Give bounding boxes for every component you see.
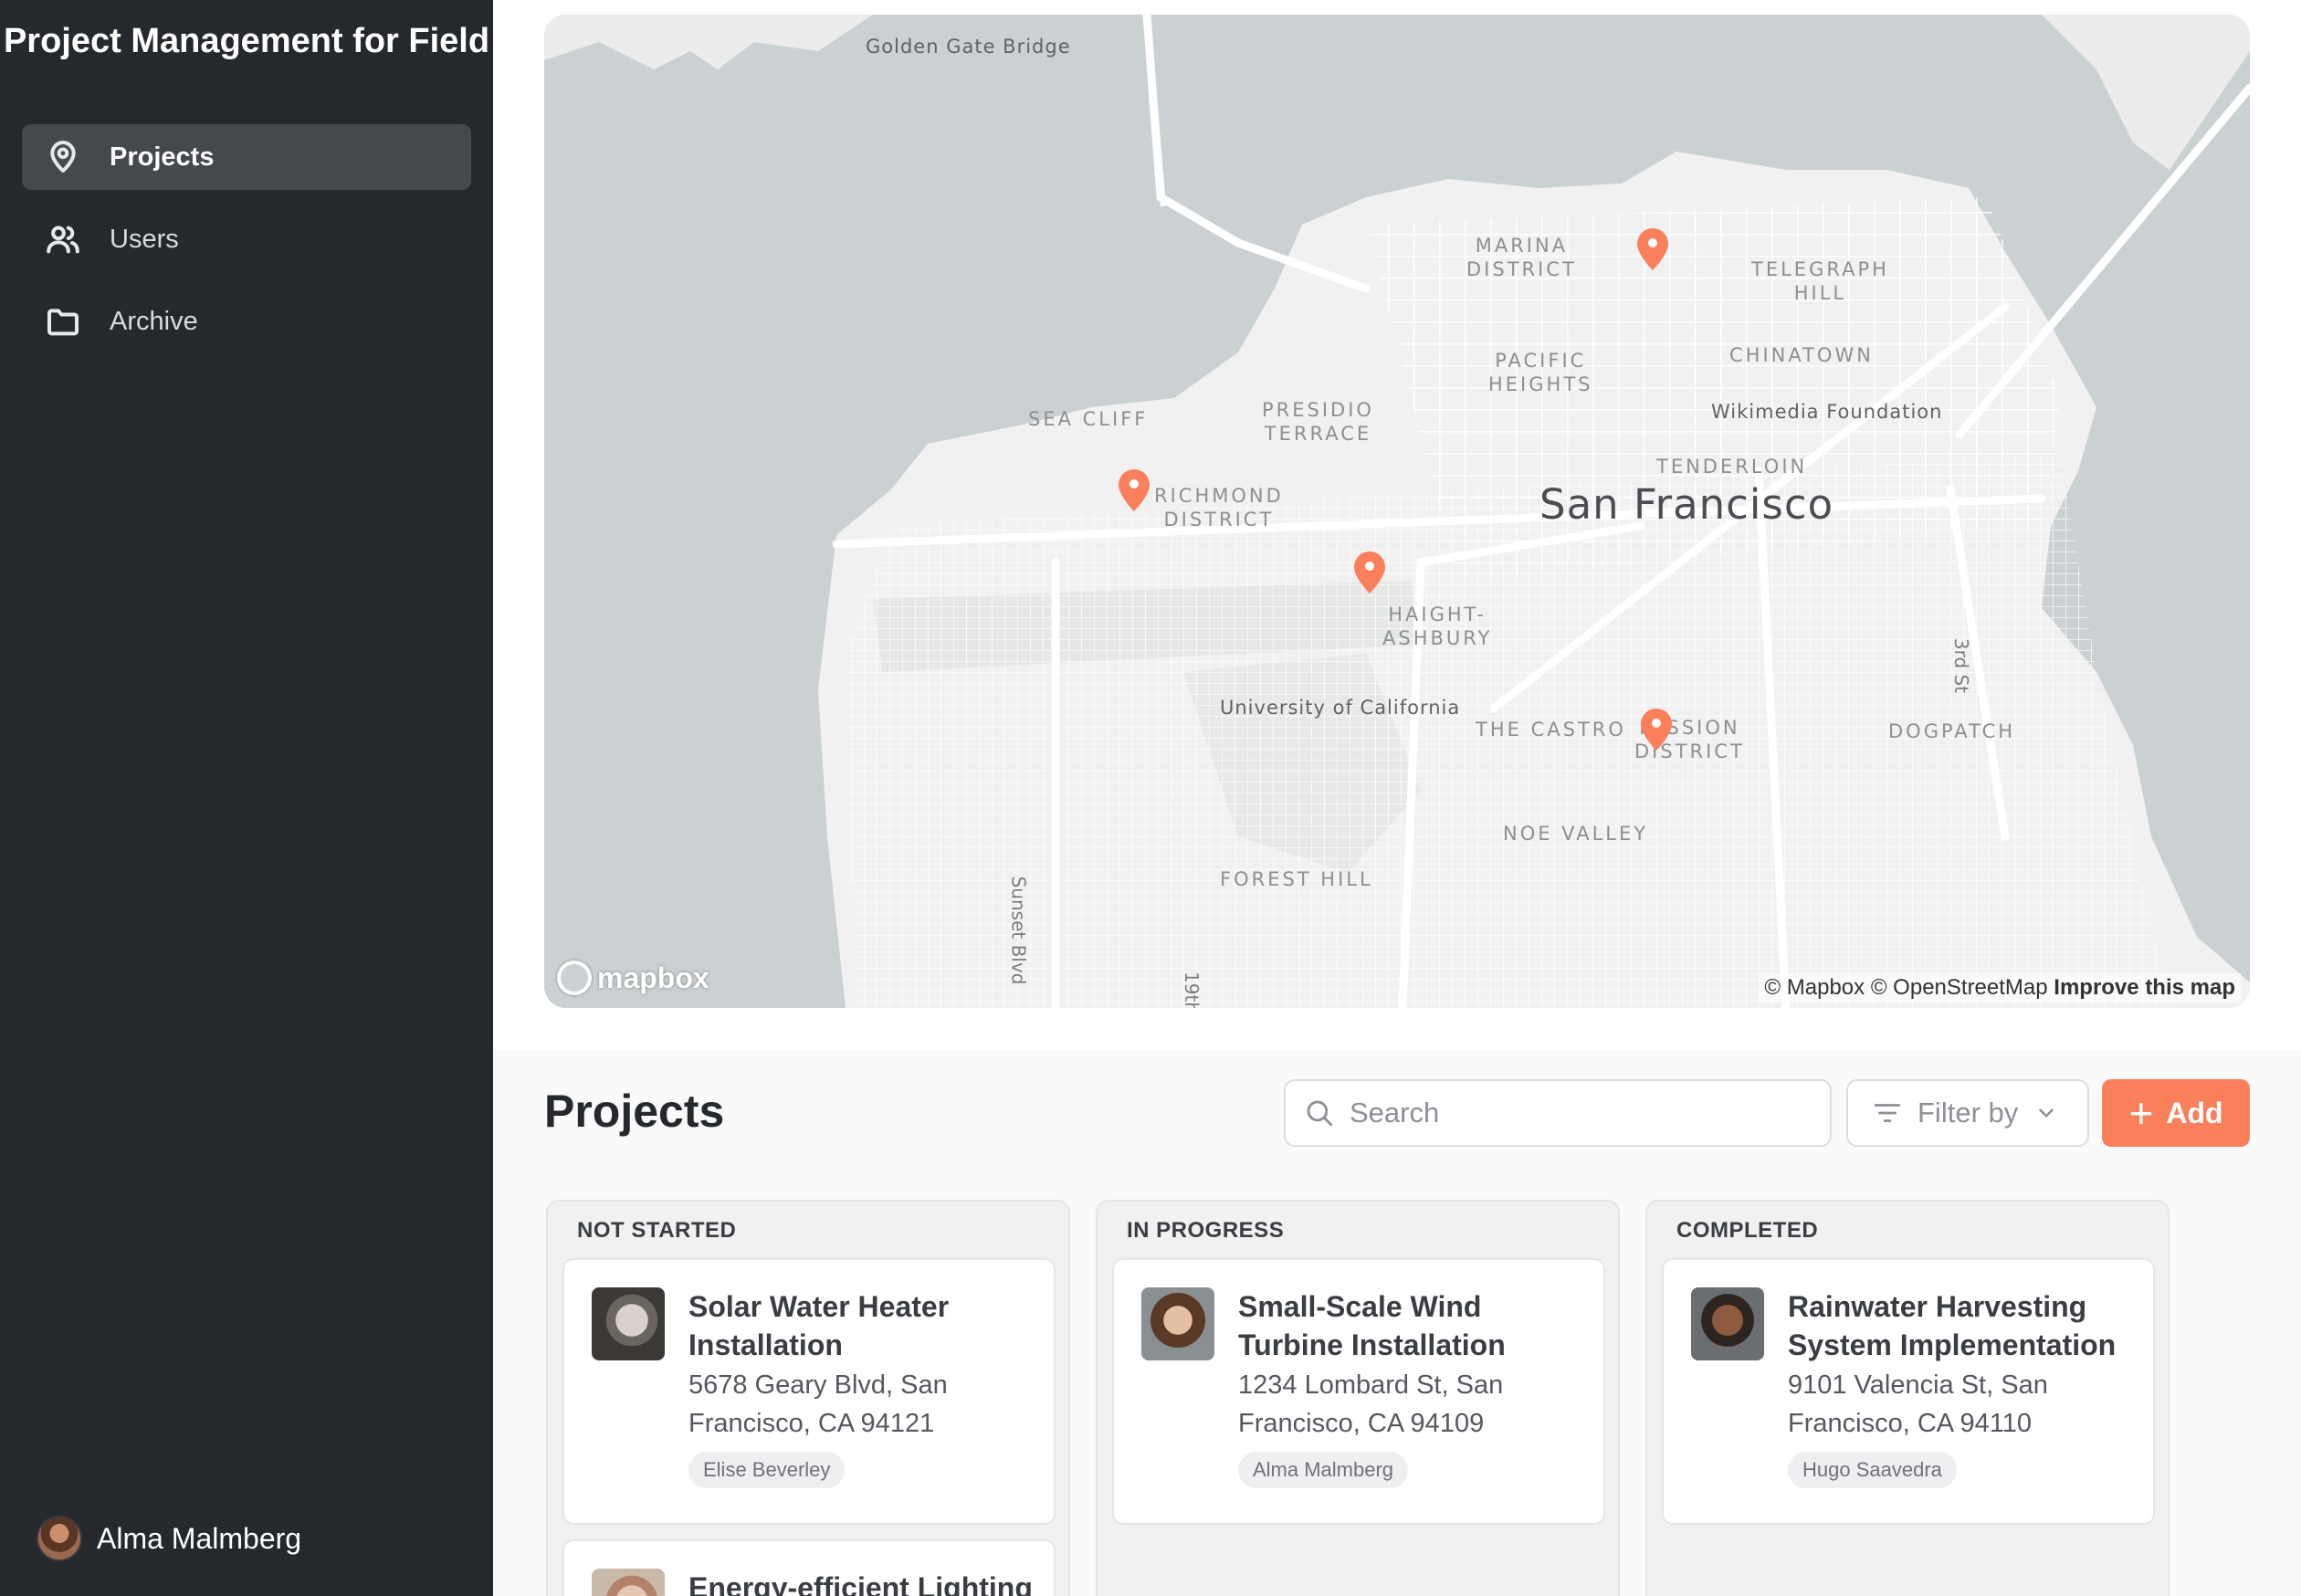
map-marker[interactable]	[1634, 225, 1671, 272]
column-not-started: NOT STARTED Solar Water Heater Installat…	[546, 1200, 1070, 1596]
add-project-button[interactable]: + Add	[2102, 1079, 2250, 1147]
sidebar-item-label: Archive	[110, 306, 198, 336]
assignee-avatar	[1691, 1287, 1764, 1360]
column-title: IN PROGRESS	[1127, 1218, 1285, 1243]
map[interactable]: Golden Gate Bridge MARINA DISTRICT TELEG…	[544, 15, 2250, 1008]
card-address: 9101 Valencia St, San Francisco, CA 9411…	[1788, 1370, 2048, 1438]
map-label-noe: NOE VALLEY	[1503, 823, 1649, 845]
sidebar: Project Management for Field Projects Us…	[0, 0, 493, 1596]
assignee-avatar	[1141, 1287, 1214, 1360]
search-box[interactable]	[1284, 1079, 1832, 1147]
map-label-19th: 19th	[1180, 971, 1203, 1008]
project-card[interactable]: Small-Scale Wind Turbine Installation 12…	[1112, 1258, 1605, 1525]
card-title: Small-Scale Wind Turbine Installation	[1238, 1290, 1506, 1361]
project-card[interactable]: Energy-efficient Lighting	[562, 1539, 1056, 1596]
search-input[interactable]	[1350, 1097, 1788, 1129]
assignee-tag: Hugo Saavedra	[1788, 1452, 1957, 1488]
improve-map-link[interactable]: Improve this map	[2054, 975, 2235, 1000]
map-label-marina: MARINA DISTRICT	[1466, 235, 1577, 280]
users-icon	[44, 220, 82, 258]
sidebar-item-archive[interactable]: Archive	[22, 289, 471, 354]
assignee-avatar	[592, 1287, 665, 1360]
avatar	[37, 1516, 82, 1561]
sidebar-item-users[interactable]: Users	[22, 206, 471, 272]
page-title: Projects	[544, 1086, 725, 1137]
map-label-castro: THE CASTRO	[1476, 719, 1626, 740]
project-card[interactable]: Rainwater Harvesting System Implementati…	[1662, 1258, 2155, 1525]
filter-icon	[1874, 1104, 1901, 1122]
card-title: Rainwater Harvesting System Implementati…	[1788, 1290, 2117, 1361]
map-attribution: © Mapbox © OpenStreetMap Improve this ma…	[1759, 973, 2241, 1003]
project-card[interactable]: Solar Water Heater Installation 5678 Gea…	[562, 1258, 1056, 1525]
filter-label: Filter by	[1918, 1097, 2019, 1129]
filter-dropdown[interactable]: Filter by	[1846, 1079, 2089, 1147]
card-address: 1234 Lombard St, San Francisco, CA 94109	[1238, 1370, 1504, 1438]
map-label-presidio: PRESIDIO TERRACE	[1262, 399, 1374, 445]
projects-panel: Projects Filter by + Add NOT STARTED Sol…	[493, 1050, 2301, 1596]
map-label-richmond: RICHMOND DISTRICT	[1154, 485, 1284, 530]
folder-icon	[44, 302, 82, 341]
map-label-sea-cliff: SEA CLIFF	[1028, 408, 1149, 430]
map-label-telegraph: TELEGRAPH HILL	[1751, 258, 1889, 304]
mapbox-logo-text: mapbox	[597, 961, 709, 994]
map-label-forest-hill: FOREST HILL	[1220, 868, 1373, 890]
attribution-text: © Mapbox © OpenStreetMap	[1764, 975, 2048, 1000]
sidebar-item-projects[interactable]: Projects	[22, 124, 471, 190]
app-title: Project Management for Field	[3, 22, 490, 60]
map-marker[interactable]	[1116, 466, 1152, 513]
map-canvas	[544, 15, 2250, 1008]
map-label-wikimedia: Wikimedia Foundation	[1711, 401, 1943, 423]
column-title: COMPLETED	[1676, 1218, 1819, 1243]
map-label-pacific: PACIFIC HEIGHTS	[1488, 350, 1593, 395]
card-title: Solar Water Heater Installation	[688, 1290, 950, 1361]
map-label-sunset-blvd: Sunset Blvd	[1007, 876, 1030, 985]
map-label-3rd-st: 3rd St	[1950, 637, 1973, 694]
mapbox-logo[interactable]: mapbox	[557, 961, 709, 995]
map-pin-icon	[44, 138, 82, 176]
assignee-avatar	[592, 1569, 665, 1596]
current-user[interactable]: Alma Malmberg	[37, 1516, 301, 1561]
sidebar-item-label: Users	[110, 224, 179, 254]
sidebar-item-label: Projects	[110, 142, 215, 172]
map-label-dogpatch: DOGPATCH	[1888, 720, 2016, 742]
assignee-tag: Elise Beverley	[688, 1452, 846, 1488]
map-label-tenderloin: TENDERLOIN	[1656, 456, 1808, 478]
column-completed: COMPLETED Rainwater Harvesting System Im…	[1645, 1200, 2170, 1596]
column-in-progress: IN PROGRESS Small-Scale Wind Turbine Ins…	[1096, 1200, 1620, 1596]
map-label-ucsf: University of California	[1220, 697, 1461, 719]
map-label-city: San Francisco	[1539, 480, 1834, 529]
add-label: Add	[2166, 1096, 2223, 1129]
mapbox-logo-icon	[557, 961, 592, 995]
map-label-golden-gate: Golden Gate Bridge	[866, 36, 1071, 58]
chevron-down-icon	[2039, 1108, 2054, 1118]
map-label-chinatown: CHINATOWN	[1729, 344, 1874, 366]
sidebar-nav: Projects Users Archive	[22, 124, 471, 371]
map-marker[interactable]	[1638, 705, 1675, 752]
card-address: 5678 Geary Blvd, San Francisco, CA 94121	[688, 1370, 948, 1438]
column-title: NOT STARTED	[577, 1218, 737, 1243]
assignee-tag: Alma Malmberg	[1238, 1452, 1409, 1488]
user-name: Alma Malmberg	[97, 1521, 302, 1555]
search-icon	[1307, 1100, 1333, 1127]
map-marker[interactable]	[1351, 548, 1388, 595]
card-title: Energy-efficient Lighting	[688, 1571, 1033, 1596]
plus-icon: +	[2128, 1089, 2154, 1137]
map-label-haight: HAIGHT- ASHBURY	[1382, 604, 1493, 649]
